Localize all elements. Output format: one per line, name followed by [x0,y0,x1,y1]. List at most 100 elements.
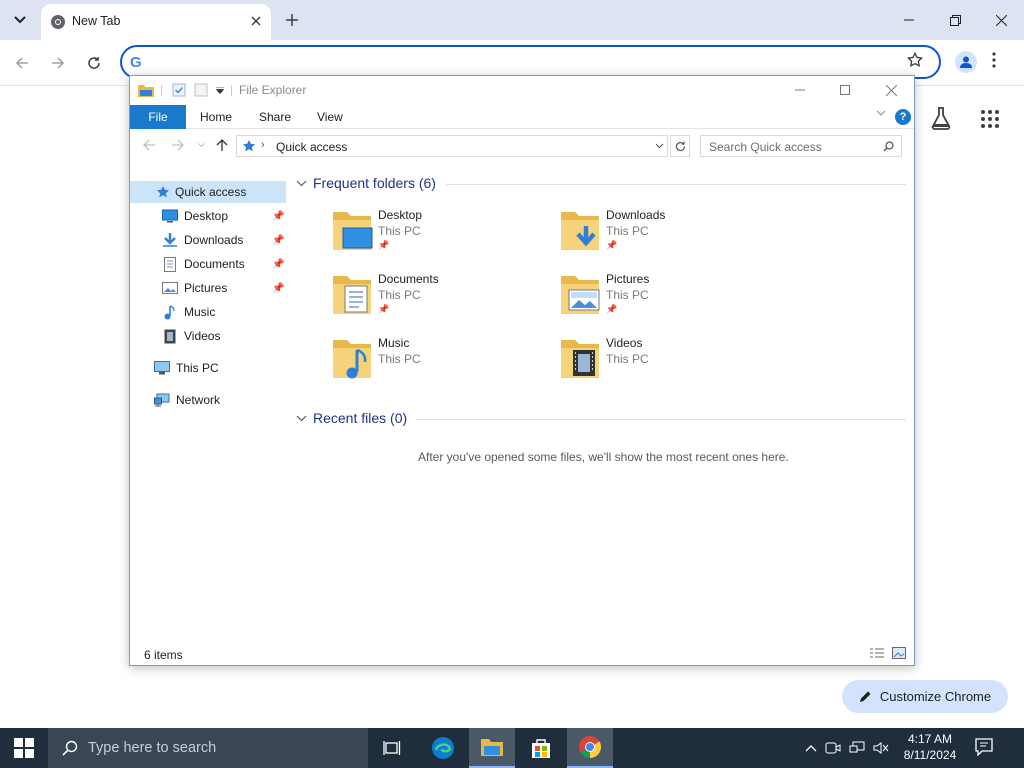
large-icons-view-icon[interactable] [892,647,906,659]
up-arrow-icon[interactable] [216,139,228,152]
profile-button[interactable] [955,51,977,73]
task-view-button[interactable] [369,728,415,768]
google-apps-button[interactable] [981,110,999,131]
nav-label: Desktop [184,209,229,223]
chevron-up-icon[interactable] [805,744,817,752]
folder-tile-downloads[interactable]: Downloads This PC 📌 [559,208,779,264]
taskbar-search-box[interactable]: Type here to search [48,728,368,768]
volume-muted-icon[interactable] [873,741,889,755]
properties-icon[interactable] [172,83,186,97]
taskbar-microsoft-store[interactable] [518,728,564,768]
nav-label: Pictures [184,281,228,295]
close-icon [995,14,1007,26]
frequent-folders-title: Frequent folders (6) [313,175,436,191]
details-view-icon[interactable] [869,647,885,659]
videos-folder-icon [561,340,599,378]
quick-access-toolbar-dropdown-icon[interactable] [216,87,224,94]
quick-access-star-icon [243,140,255,152]
forward-button[interactable] [47,52,69,74]
address-history-chevron-icon[interactable] [655,143,664,149]
explorer-title-bar: | | File Explorer [130,76,914,105]
close-icon [885,84,897,96]
network-icon[interactable] [849,741,865,755]
nav-item-desktop[interactable]: Desktop 📌 [162,205,286,227]
folder-name: Music [378,336,410,350]
start-button[interactable] [0,728,48,768]
back-arrow-icon[interactable] [143,139,156,151]
computer-icon [154,361,170,375]
folder-tile-pictures[interactable]: Pictures This PC 📌 [559,272,779,328]
edge-icon [432,737,454,759]
address-text: Quick access [276,140,348,154]
close-window-button[interactable] [986,8,1016,32]
notification-center-button[interactable] [975,738,995,759]
minimize-icon [904,19,914,21]
folder-location: This PC [378,288,421,302]
meet-now-icon[interactable] [825,741,841,755]
nav-item-pictures[interactable]: Pictures 📌 [162,277,286,299]
minimize-button[interactable] [894,8,924,32]
help-icon[interactable]: ? [895,109,911,125]
ribbon-tab-share[interactable]: Share [259,110,291,124]
address-field[interactable]: › Quick access [236,135,668,157]
nav-item-quick-access[interactable]: Quick access [130,181,286,203]
tab-search-button[interactable] [8,8,32,32]
plus-icon [286,14,298,26]
film-strip-icon [164,329,176,343]
folder-tile-music[interactable]: Music This PC [331,336,551,392]
explorer-close-button[interactable] [880,80,902,100]
omnibox[interactable]: G [120,45,941,79]
folder-name: Downloads [606,208,666,222]
new-folder-icon[interactable] [194,83,208,97]
forward-arrow-icon[interactable] [171,139,184,151]
ribbon-tab-view[interactable]: View [317,110,343,124]
new-tab-button[interactable] [282,10,302,30]
tab-new-tab[interactable]: New Tab [41,4,271,40]
tab-close-button[interactable] [247,12,265,30]
nav-item-this-pc[interactable]: This PC [154,357,286,379]
labs-button[interactable] [930,106,952,133]
bookmark-star-button[interactable] [906,51,924,72]
nav-item-network[interactable]: Network [154,389,286,411]
nav-item-videos[interactable]: Videos [162,325,286,347]
refresh-button[interactable] [670,135,690,157]
ribbon-expand-chevron-icon[interactable] [876,110,886,116]
back-button[interactable] [11,52,33,74]
folder-tile-documents[interactable]: Documents This PC 📌 [331,272,551,328]
taskbar-edge[interactable] [420,728,466,768]
customize-chrome-label: Customize Chrome [879,689,992,704]
folder-location: This PC [606,352,649,366]
recent-files-header[interactable]: Recent files (0) [296,410,407,426]
task-view-icon [383,741,401,755]
taskbar-clock[interactable]: 4:17 AM 8/11/2024 [895,731,965,763]
ribbon-tab-file[interactable]: File [130,105,186,129]
reload-button[interactable] [83,52,105,74]
nav-item-music[interactable]: Music [162,301,286,323]
restore-button[interactable] [940,8,970,32]
pin-icon: 📌 [606,304,618,314]
picture-icon [162,282,178,294]
folder-tile-desktop[interactable]: Desktop This PC 📌 [331,208,551,264]
nav-item-downloads[interactable]: Downloads 📌 [162,229,286,251]
pin-icon: 📌 [378,240,390,250]
explorer-maximize-button[interactable] [834,80,856,100]
taskbar-chrome[interactable] [567,728,613,768]
taskbar-file-explorer[interactable] [469,728,515,768]
reload-icon [88,57,100,69]
recent-locations-chevron-icon[interactable] [198,143,205,148]
explorer-minimize-button[interactable] [789,80,811,100]
recent-files-empty-message: After you've opened some files, we'll sh… [418,450,789,464]
notification-icon [975,738,993,757]
frequent-folders-header[interactable]: Frequent folders (6) [296,175,436,191]
nav-item-documents[interactable]: Documents 📌 [162,253,286,275]
search-quick-access-input[interactable]: Search Quick access [700,135,902,157]
folder-tile-videos[interactable]: Videos This PC [559,336,779,392]
folder-location: This PC [378,352,421,366]
customize-chrome-button[interactable]: Customize Chrome [842,680,1008,713]
arrow-left-icon [15,57,28,69]
nav-label: Documents [184,257,245,271]
download-arrow-icon [163,233,177,247]
system-tray [805,728,889,768]
chrome-menu-button[interactable] [992,52,996,71]
ribbon-tab-home[interactable]: Home [200,110,232,124]
